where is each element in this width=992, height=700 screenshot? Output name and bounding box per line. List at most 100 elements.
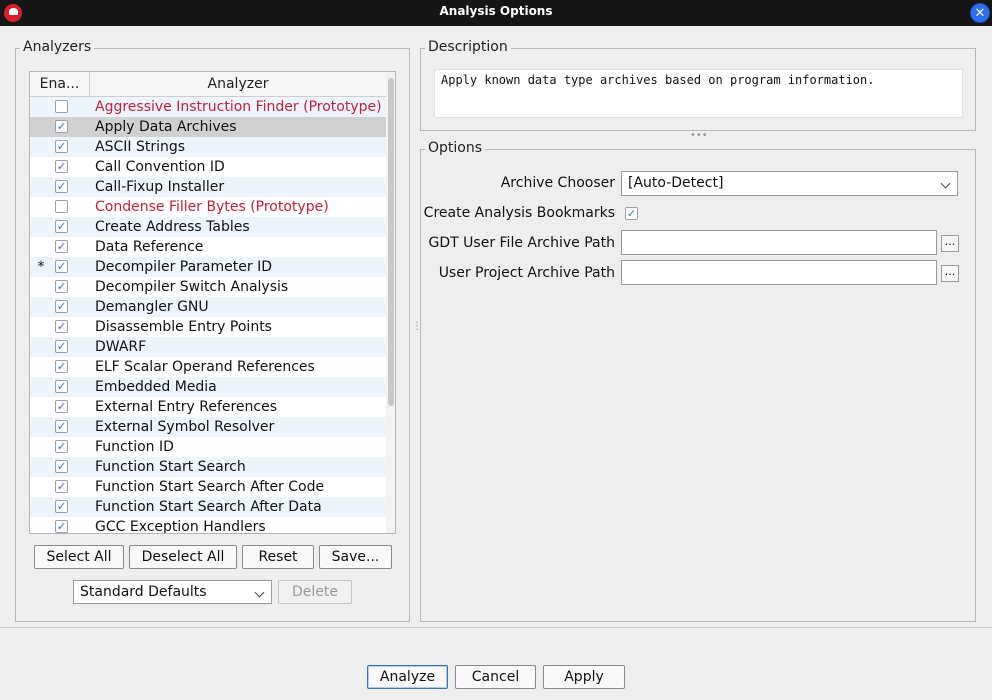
table-row[interactable]: ✓ Function Start Search After Code [30, 477, 386, 497]
analyzer-name: Condense Filler Bytes (Prototype) [95, 199, 329, 215]
analyzer-name: ELF Scalar Operand References [95, 359, 315, 375]
table-row[interactable]: ✓ Embedded Media [30, 377, 386, 397]
scrollbar-thumb[interactable] [388, 78, 394, 406]
gdt-path-browse-button[interactable]: ... [941, 235, 959, 252]
table-row[interactable]: ✓ Call-Fixup Installer [30, 177, 386, 197]
modified-marker: * [37, 259, 45, 275]
column-header-enabled[interactable]: Ena... [30, 72, 90, 96]
archive-chooser-select[interactable]: [Auto-Detect] [621, 171, 958, 196]
table-row[interactable]: ✓ Create Address Tables [30, 217, 386, 237]
analyzer-rows: Aggressive Instruction Finder (Prototype… [30, 97, 386, 534]
enabled-checkbox[interactable]: ✓ [55, 400, 68, 413]
deselect-all-button[interactable]: Deselect All [129, 545, 237, 569]
analyzer-name: Decompiler Parameter ID [95, 259, 272, 275]
table-row[interactable]: ✓ ELF Scalar Operand References [30, 357, 386, 377]
analyzer-name: Create Address Tables [95, 219, 250, 235]
analyzer-name: Function Start Search After Code [95, 479, 325, 495]
table-row[interactable]: ✓ Demangler GNU [30, 297, 386, 317]
analyzer-name: DWARF [95, 339, 147, 355]
table-row[interactable]: ✓ GCC Exception Handlers [30, 517, 386, 534]
analyzers-table: Ena... Analyzer Aggressive Instruction F… [29, 71, 396, 534]
save-button[interactable]: Save... [319, 545, 392, 569]
enabled-checkbox[interactable]: ✓ [55, 180, 68, 193]
enabled-checkbox[interactable]: ✓ [55, 380, 68, 393]
table-row[interactable]: ✓ Function Start Search [30, 457, 386, 477]
enabled-checkbox[interactable]: ✓ [55, 160, 68, 173]
delete-button[interactable]: Delete [278, 580, 352, 604]
table-scrollbar[interactable] [386, 72, 395, 533]
analyzer-name: External Entry References [95, 399, 278, 415]
enabled-checkbox[interactable]: ✓ [55, 340, 68, 353]
enabled-checkbox[interactable]: ✓ [55, 520, 68, 533]
table-row[interactable]: Condense Filler Bytes (Prototype) [30, 197, 386, 217]
column-header-analyzer[interactable]: Analyzer [90, 72, 386, 96]
enabled-checkbox[interactable]: ✓ [55, 480, 68, 493]
analyzer-name: Call-Fixup Installer [95, 179, 225, 195]
table-row[interactable]: ✓ External Symbol Resolver [30, 417, 386, 437]
gdt-path-input[interactable] [621, 230, 937, 255]
table-row[interactable]: ✓ DWARF [30, 337, 386, 357]
table-row[interactable]: ✓ Data Reference [30, 237, 386, 257]
analyzer-name: Data Reference [95, 239, 204, 255]
enabled-checkbox[interactable]: ✓ [55, 280, 68, 293]
analyzer-name: Embedded Media [95, 379, 217, 395]
enabled-checkbox[interactable]: ✓ [55, 220, 68, 233]
enabled-checkbox[interactable]: ✓ [55, 440, 68, 453]
create-bookmarks-label: Create Analysis Bookmarks [423, 205, 615, 221]
enabled-checkbox[interactable]: ✓ [55, 360, 68, 373]
table-row[interactable]: ✓ Disassemble Entry Points [30, 317, 386, 337]
analyzers-legend: Analyzers [20, 39, 95, 55]
enabled-checkbox[interactable]: ✓ [55, 300, 68, 313]
footer-divider [0, 627, 992, 628]
user-project-path-input[interactable] [621, 260, 937, 285]
analyzer-name: Apply Data Archives [95, 119, 237, 135]
analyzer-name: Function ID [95, 439, 174, 455]
title-bar: Analysis Options ✕ [0, 0, 992, 26]
chevron-down-icon [940, 178, 951, 189]
enabled-checkbox[interactable]: ✓ [55, 240, 68, 253]
user-project-path-browse-button[interactable]: ... [941, 265, 959, 282]
profile-select[interactable]: Standard Defaults [73, 580, 272, 604]
analyzer-name: ASCII Strings [95, 139, 186, 155]
window-title: Analysis Options [439, 4, 553, 18]
enabled-checkbox[interactable]: ✓ [55, 260, 68, 273]
analyzer-name: Call Convention ID [95, 159, 225, 175]
table-row[interactable]: ✓ Function Start Search After Data [30, 497, 386, 517]
enabled-checkbox[interactable]: ✓ [55, 500, 68, 513]
analyzer-name: GCC Exception Handlers [95, 519, 266, 534]
table-row[interactable]: ✓ Function ID [30, 437, 386, 457]
table-row[interactable]: * ✓ Decompiler Parameter ID [30, 257, 386, 277]
enabled-checkbox[interactable]: ✓ [55, 140, 68, 153]
table-row[interactable]: ✓ Apply Data Archives [30, 117, 386, 137]
create-bookmarks-checkbox[interactable]: ✓ [625, 207, 638, 220]
enabled-checkbox[interactable] [55, 200, 68, 213]
close-icon[interactable]: ✕ [970, 3, 990, 23]
table-header: Ena... Analyzer [30, 72, 386, 97]
table-row[interactable]: ✓ ASCII Strings [30, 137, 386, 157]
analyzer-name: Function Start Search [95, 459, 246, 475]
cancel-button[interactable]: Cancel [455, 665, 536, 689]
profile-select-value: Standard Defaults [80, 584, 207, 600]
enabled-checkbox[interactable]: ✓ [55, 420, 68, 433]
select-all-button[interactable]: Select All [34, 545, 124, 569]
enabled-checkbox[interactable] [55, 100, 68, 113]
archive-chooser-label: Archive Chooser [500, 175, 615, 191]
horizontal-splitter-grip[interactable]: ••• [690, 131, 708, 141]
table-row[interactable]: Aggressive Instruction Finder (Prototype… [30, 97, 386, 117]
options-legend: Options [425, 140, 486, 156]
reset-button[interactable]: Reset [242, 545, 314, 569]
table-row[interactable]: ✓ External Entry References [30, 397, 386, 417]
gdt-path-label: GDT User File Archive Path [428, 235, 615, 251]
table-row[interactable]: ✓ Call Convention ID [30, 157, 386, 177]
enabled-checkbox[interactable]: ✓ [55, 460, 68, 473]
analyzer-name: Disassemble Entry Points [95, 319, 272, 335]
enabled-checkbox[interactable]: ✓ [55, 120, 68, 133]
analyzer-name: Demangler GNU [95, 299, 209, 315]
user-project-path-label: User Project Archive Path [438, 265, 615, 281]
analyze-button[interactable]: Analyze [367, 665, 448, 689]
vertical-splitter-grip[interactable]: ⋮ [412, 322, 422, 332]
analyzer-name: Aggressive Instruction Finder (Prototype… [95, 99, 382, 115]
apply-button[interactable]: Apply [543, 665, 625, 689]
table-row[interactable]: ✓ Decompiler Switch Analysis [30, 277, 386, 297]
enabled-checkbox[interactable]: ✓ [55, 320, 68, 333]
